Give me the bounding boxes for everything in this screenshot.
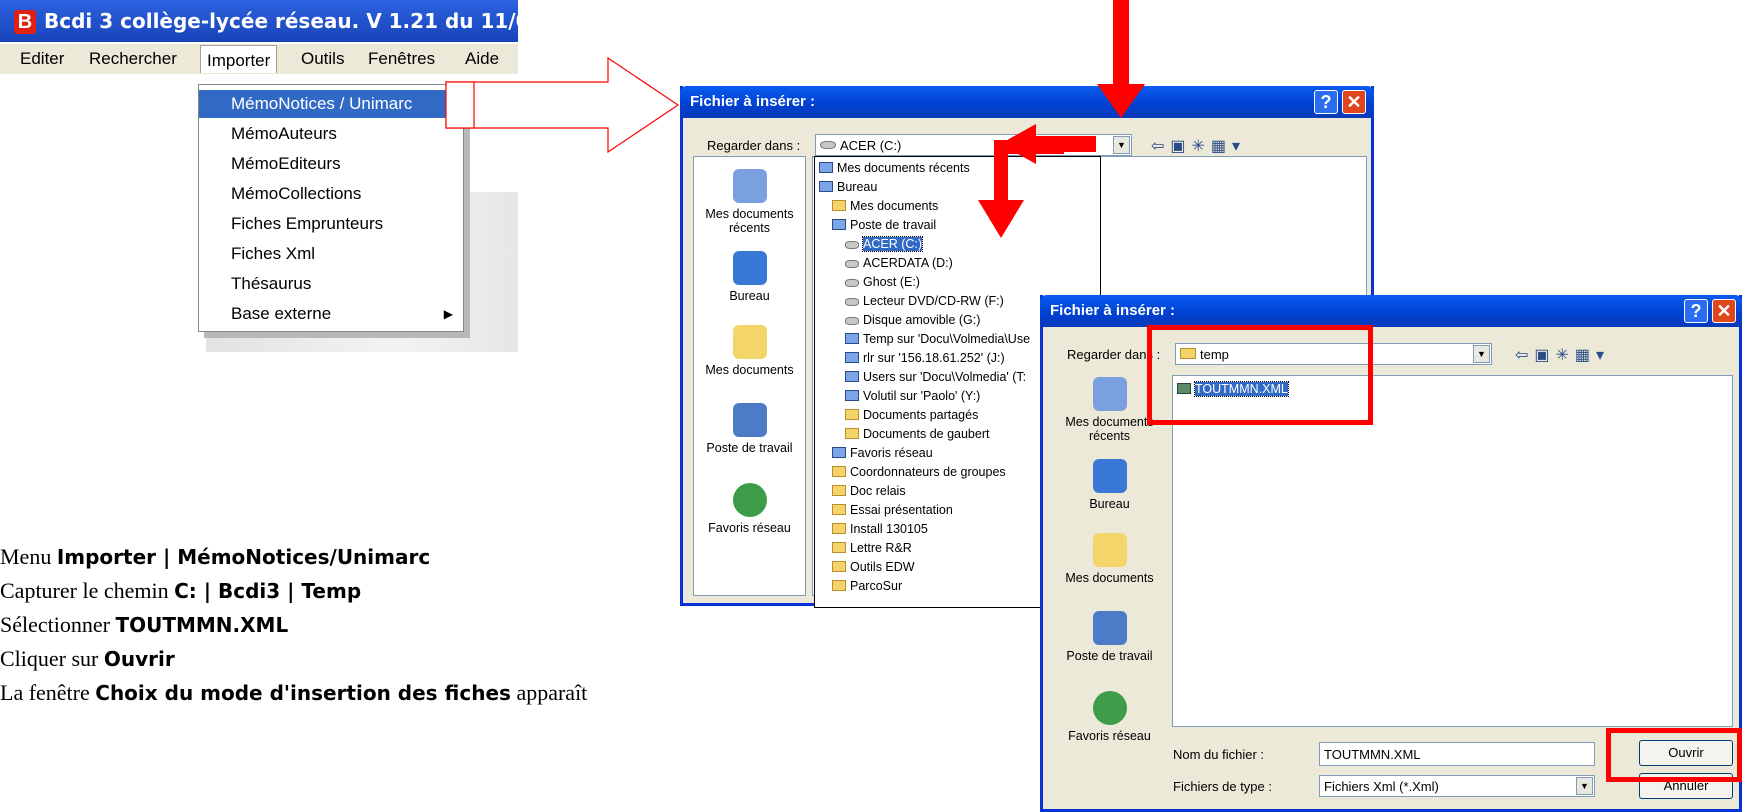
highlight-open-button xyxy=(1606,728,1742,782)
red-arrow-head xyxy=(978,200,1024,238)
red-arrow xyxy=(994,140,1008,204)
red-arrow-head xyxy=(1097,84,1145,118)
annotation-overlay xyxy=(445,0,1145,238)
highlight-temp-box xyxy=(1147,325,1373,425)
hollow-arrow xyxy=(445,56,680,154)
hollow-arrow-tail xyxy=(445,81,475,129)
red-arrow xyxy=(1113,0,1129,88)
